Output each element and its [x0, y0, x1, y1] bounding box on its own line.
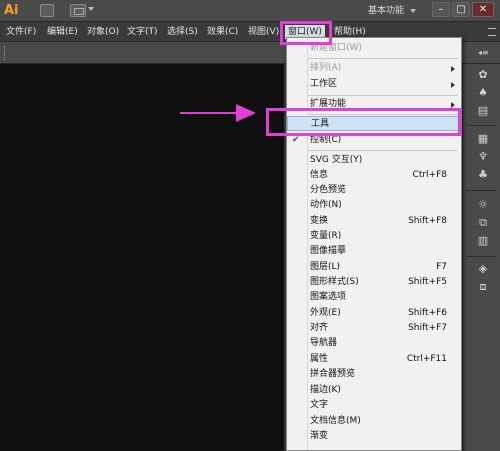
- menu-item-document-info[interactable]: 文档信息(M): [287, 414, 461, 429]
- panel-divider: [466, 256, 496, 257]
- menu-separator: [308, 150, 458, 151]
- menu-item-variables[interactable]: 变量(R): [287, 229, 461, 244]
- menu-item-label: 变换: [310, 216, 329, 226]
- menu-item-shortcut: Shift+F8: [408, 216, 447, 226]
- artboards-icon[interactable]: ⧈: [476, 280, 490, 294]
- grip-handle[interactable]: [4, 46, 6, 60]
- maximize-button[interactable]: □: [452, 2, 470, 17]
- title-bar: Ai 基本功能 – □ ✕: [0, 0, 500, 22]
- symbol-icon[interactable]: ♠: [476, 86, 490, 100]
- menu-item-label: 图案选项: [310, 292, 347, 302]
- menu-item-label: 工作区: [310, 79, 338, 89]
- menu-item-label: 拼合器预览: [310, 369, 356, 379]
- menu-item-label: 排列(A): [310, 63, 342, 73]
- club-icon[interactable]: ♣: [476, 168, 490, 182]
- transform-icon[interactable]: ⧉: [476, 216, 490, 230]
- menu-item-label: 导航器: [310, 338, 338, 348]
- menu-item-attributes[interactable]: 属性 Ctrl+F11: [287, 352, 461, 367]
- menu-item-label: 图形样式(S): [310, 277, 359, 287]
- menu-item-image-trace[interactable]: 图像描摹: [287, 244, 461, 259]
- brush-library-icon[interactable]: ▦: [476, 132, 490, 146]
- window-menu-dropdown: 新建窗口(W) 排列(A) 工作区 扩展功能 工具 ✔ 控制(C) SVG 交互…: [286, 37, 462, 451]
- annotation-arrow-shaft: [180, 112, 238, 114]
- menu-item-actions[interactable]: 动作(N): [287, 198, 461, 213]
- menu-item-svg-interactivity[interactable]: SVG 交互(Y): [287, 153, 461, 168]
- spray-icon[interactable]: ♆: [476, 150, 490, 164]
- menu-item-align[interactable]: 对齐 Shift+F7: [287, 321, 461, 336]
- menu-object[interactable]: 对象(O): [87, 26, 119, 38]
- panel-divider: [466, 125, 496, 126]
- menu-item-label: 属性: [310, 354, 329, 364]
- menu-item-workspace[interactable]: 工作区: [287, 77, 461, 92]
- menu-item-flattener-preview[interactable]: 拼合器预览: [287, 367, 461, 382]
- menu-item-label: 图像描摹: [310, 246, 347, 256]
- arrange-documents-icon[interactable]: [70, 4, 86, 17]
- app-logo: Ai: [4, 3, 19, 18]
- menu-effect[interactable]: 效果(C): [207, 26, 238, 38]
- menu-separator: [308, 58, 458, 59]
- sun-icon[interactable]: ☼: [476, 198, 490, 212]
- menu-view[interactable]: 视图(V): [248, 26, 279, 38]
- menu-edit[interactable]: 编辑(E): [47, 26, 78, 38]
- document-canvas[interactable]: [0, 64, 284, 451]
- annotation-highlight-tools-item: [266, 108, 461, 136]
- annotation-arrow-icon: [236, 104, 256, 122]
- submenu-arrow-icon: [451, 82, 455, 88]
- annotation-highlight-window-menu: [280, 21, 332, 45]
- menu-item-label: 变量(R): [310, 231, 342, 241]
- menu-item-transform[interactable]: 变换 Shift+F8: [287, 214, 461, 229]
- panel-divider: [466, 190, 496, 191]
- menu-item-shortcut: F7: [436, 262, 447, 272]
- chevron-down-icon[interactable]: [410, 9, 416, 13]
- menu-item-layers[interactable]: 图层(L) F7: [287, 260, 461, 275]
- layers-icon[interactable]: ◈: [476, 262, 490, 276]
- menu-item-label: 动作(N): [310, 200, 342, 210]
- menu-separator: [308, 95, 458, 96]
- menu-item-type[interactable]: 文字: [287, 398, 461, 413]
- panel-menu-icon[interactable]: [488, 28, 496, 36]
- chevron-down-icon[interactable]: [88, 7, 94, 11]
- menu-item-separations-preview[interactable]: 分色预览: [287, 183, 461, 198]
- menu-item-graphic-styles[interactable]: 图形样式(S) Shift+F5: [287, 275, 461, 290]
- menu-item-info[interactable]: 信息 Ctrl+F8: [287, 168, 461, 183]
- close-button[interactable]: ✕: [472, 2, 494, 17]
- menu-item-arrange[interactable]: 排列(A): [287, 61, 461, 76]
- menu-item-label: 分色预览: [310, 185, 347, 195]
- menu-item-shortcut: Shift+F6: [408, 308, 447, 318]
- menu-item-appearance[interactable]: 外观(E) Shift+F6: [287, 306, 461, 321]
- menu-item-label: 图层(L): [310, 262, 341, 272]
- menu-item-navigator[interactable]: 导航器: [287, 336, 461, 351]
- submenu-arrow-icon: [451, 66, 455, 72]
- menu-item-stroke[interactable]: 描边(K): [287, 383, 461, 398]
- menu-item-shortcut: Shift+F5: [408, 277, 447, 287]
- workspace-switcher[interactable]: 基本功能: [368, 4, 404, 18]
- menu-item-shortcut: Shift+F7: [408, 323, 447, 333]
- menu-item-shortcut: Ctrl+F8: [412, 170, 447, 180]
- menu-item-label: 描边(K): [310, 385, 341, 395]
- swatches-icon[interactable]: ▤: [476, 104, 490, 118]
- collapse-panels-icon[interactable]: ◂≡: [478, 48, 489, 57]
- brush-icon[interactable]: ✿: [476, 68, 490, 82]
- menu-item-pattern-options[interactable]: 图案选项: [287, 290, 461, 305]
- menu-select[interactable]: 选择(S): [167, 26, 198, 38]
- menu-item-label: 渐变: [310, 431, 329, 441]
- bridge-icon[interactable]: [40, 4, 54, 17]
- menu-item-shortcut: Ctrl+F11: [406, 354, 447, 364]
- right-panel-dock: [462, 64, 500, 451]
- align-icon[interactable]: ▥: [476, 234, 490, 248]
- menu-item-label: 对齐: [310, 323, 329, 333]
- minimize-button[interactable]: –: [432, 2, 450, 17]
- menu-item-label: 信息: [310, 170, 329, 180]
- menu-item-label: 文字: [310, 400, 329, 410]
- menu-item-label: 外观(E): [310, 308, 341, 318]
- menu-item-gradient[interactable]: 渐变: [287, 429, 461, 444]
- menu-type[interactable]: 文字(T): [127, 26, 158, 38]
- menu-item-label: 文档信息(M): [310, 416, 361, 426]
- menu-file[interactable]: 文件(F): [6, 26, 36, 38]
- menu-item-label: SVG 交互(Y): [310, 155, 363, 165]
